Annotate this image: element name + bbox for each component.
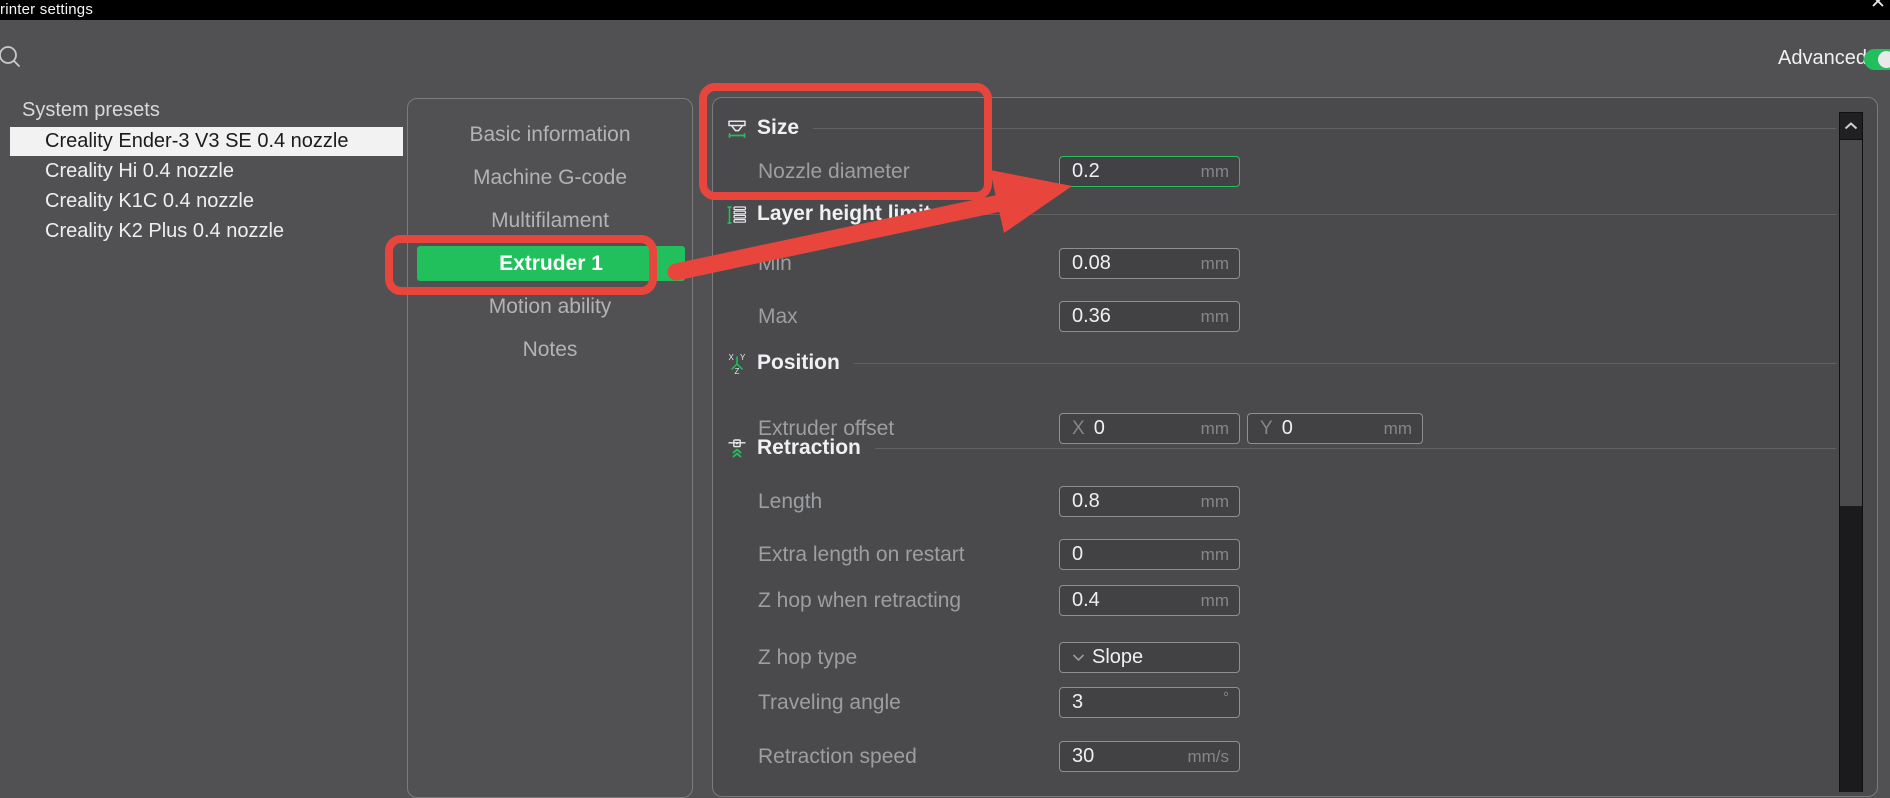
section-divider: [875, 448, 1836, 449]
section-divider: [957, 214, 1836, 215]
input-unit: mm: [1201, 254, 1229, 274]
nav-item-motion-ability[interactable]: Motion ability: [408, 294, 692, 320]
row-z-hop-when-retracting: Z hop when retracting 0.4 mm: [758, 585, 1836, 616]
row-length: Length 0.8 mm: [758, 486, 1836, 517]
nozzle-diameter-input[interactable]: 0.2 mm: [1059, 156, 1240, 187]
scrollbar-track[interactable]: [1839, 140, 1863, 792]
row-min: Min 0.08 mm: [758, 248, 1836, 279]
input-value: 0.36: [1072, 305, 1111, 328]
toggle-knob: [1878, 51, 1890, 68]
input-unit: mm: [1201, 307, 1229, 327]
input-value: 0.08: [1072, 252, 1111, 275]
advanced-toggle[interactable]: [1864, 49, 1890, 70]
nav-item-machine-gcode[interactable]: Machine G-code: [408, 165, 692, 191]
traveling-angle-input[interactable]: 3 °: [1059, 687, 1240, 718]
nav-item-basic-information[interactable]: Basic information: [408, 122, 692, 148]
extruder-retract-icon: [726, 437, 748, 459]
input-value: 0: [1072, 543, 1083, 566]
section-divider: [813, 128, 1836, 129]
system-presets-header: System presets: [22, 99, 160, 122]
row-extra-length-on-restart: Extra length on restart 0 mm: [758, 539, 1836, 570]
input-value: 0.4: [1072, 589, 1100, 612]
row-label: Min: [758, 252, 792, 275]
extra-length-input[interactable]: 0 mm: [1059, 539, 1240, 570]
max-layer-height-input[interactable]: 0.36 mm: [1059, 301, 1240, 332]
min-layer-height-input[interactable]: 0.08 mm: [1059, 248, 1240, 279]
settings-content-panel: Size Nozzle diameter 0.2 mm Layer height…: [712, 97, 1878, 797]
row-label: Max: [758, 305, 798, 328]
xyz-axes-icon: X Y Z: [726, 352, 748, 374]
retraction-speed-input[interactable]: 30 mm/s: [1059, 741, 1240, 772]
z-hop-input[interactable]: 0.4 mm: [1059, 585, 1240, 616]
preset-item-hi[interactable]: Creality Hi 0.4 nozzle: [10, 157, 403, 186]
row-retraction-speed: Retraction speed 30 mm/s: [758, 741, 1836, 772]
retraction-length-input[interactable]: 0.8 mm: [1059, 486, 1240, 517]
section-title: Position: [757, 351, 840, 375]
row-traveling-angle: Traveling angle 3 °: [758, 687, 1836, 718]
input-unit: mm: [1201, 492, 1229, 512]
advanced-label: Advanced: [1778, 47, 1867, 70]
svg-text:Z: Z: [735, 367, 740, 374]
section-title: Size: [757, 116, 799, 140]
section-title: Retraction: [757, 436, 861, 460]
nav-item-multifilament[interactable]: Multifilament: [408, 208, 692, 234]
svg-text:X: X: [729, 353, 735, 362]
input-value: 30: [1072, 745, 1094, 768]
row-label: Traveling angle: [758, 691, 901, 714]
search-icon[interactable]: [0, 44, 23, 70]
input-unit: °: [1223, 689, 1229, 706]
vertical-scrollbar[interactable]: [1839, 112, 1863, 772]
close-icon[interactable]: ✕: [1870, 0, 1886, 13]
input-unit: mm: [1201, 162, 1229, 182]
settings-nav-panel: Basic information Machine G-code Multifi…: [407, 98, 693, 798]
dropdown-value: Slope: [1092, 646, 1143, 669]
nozzle-size-icon: [726, 117, 748, 139]
section-header-layer-height-limits: Layer height limits: [726, 200, 1836, 228]
input-value: 0.2: [1072, 160, 1100, 183]
row-label: Extra length on restart: [758, 543, 965, 566]
preset-item-ender3-v3-se[interactable]: Creality Ender-3 V3 SE 0.4 nozzle: [10, 127, 403, 156]
section-header-size: Size: [726, 114, 1836, 142]
input-unit: mm: [1201, 545, 1229, 565]
chevron-up-icon: [1844, 122, 1858, 130]
preset-item-k2-plus[interactable]: Creality K2 Plus 0.4 nozzle: [10, 217, 403, 246]
row-z-hop-type: Z hop type Slope: [758, 642, 1836, 673]
row-label: Z hop when retracting: [758, 589, 961, 612]
section-title: Layer height limits: [757, 202, 943, 226]
row-max: Max 0.36 mm: [758, 301, 1836, 332]
nav-item-notes[interactable]: Notes: [408, 337, 692, 363]
input-value: 0.8: [1072, 490, 1100, 513]
section-header-retraction: Retraction: [726, 434, 1836, 462]
layer-stack-icon: [726, 203, 748, 225]
row-label: Nozzle diameter: [758, 160, 910, 183]
row-nozzle-diameter: Nozzle diameter 0.2 mm: [758, 156, 1836, 187]
chevron-down-icon: [1072, 653, 1085, 662]
input-value: 3: [1072, 691, 1083, 714]
scrollbar-thumb[interactable]: [1840, 140, 1862, 506]
printer-settings-dialog: { "window": { "title_visible": "rinter s…: [0, 0, 1890, 759]
section-divider: [854, 363, 1836, 364]
window-title: rinter settings: [0, 1, 93, 18]
scroll-up-button[interactable]: [1839, 112, 1863, 140]
svg-text:Y: Y: [740, 353, 746, 362]
row-label: Length: [758, 490, 822, 513]
input-unit: mm: [1201, 591, 1229, 611]
row-label: Retraction speed: [758, 745, 917, 768]
z-hop-type-dropdown[interactable]: Slope: [1059, 642, 1240, 673]
row-label: Z hop type: [758, 646, 857, 669]
input-unit: mm/s: [1187, 747, 1229, 767]
nav-item-extruder-1[interactable]: Extruder 1: [417, 246, 685, 281]
preset-item-k1c[interactable]: Creality K1C 0.4 nozzle: [10, 187, 403, 216]
title-bar: rinter settings ✕: [0, 0, 1890, 20]
section-header-position: X Y Z Position: [726, 349, 1836, 377]
